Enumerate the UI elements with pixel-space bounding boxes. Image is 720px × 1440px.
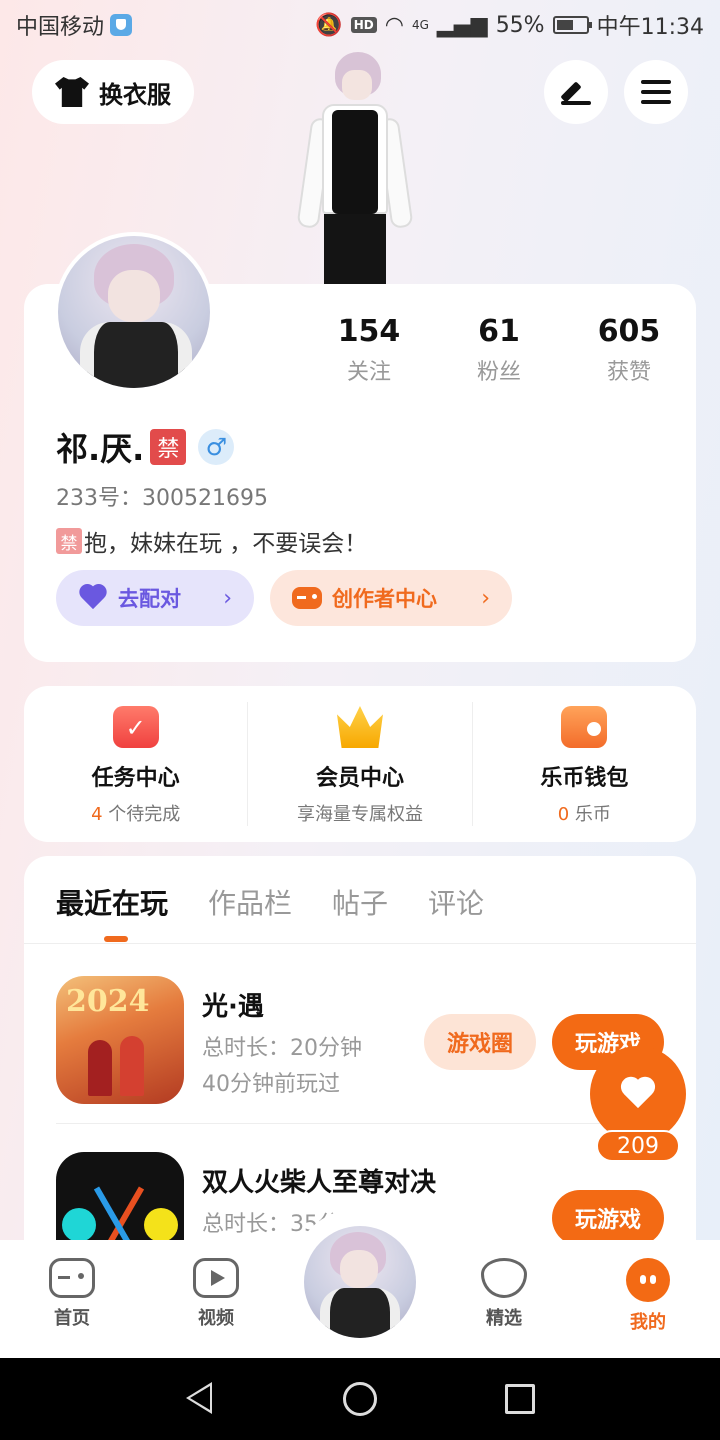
status-bar: 中国移动 🔕 HD ◠ 4G ▂▄▆ 55% 中午11:34 — [0, 0, 720, 50]
creator-center-button[interactable]: 创作者中心 › — [270, 570, 512, 626]
content-tabs: 最近在玩 作品栏 帖子 评论 — [24, 856, 696, 944]
likes-stat[interactable]: 605 获赞 — [564, 314, 694, 386]
play-icon — [193, 1258, 239, 1298]
heart-outline-icon — [481, 1258, 527, 1298]
vip-center-sub: 享海量专属权益 — [296, 804, 423, 825]
coin-wallet[interactable]: 乐币钱包 0 乐币 — [473, 702, 696, 826]
face-icon — [626, 1258, 670, 1302]
game-name: 光·遇 — [202, 992, 264, 1022]
carrier-name: 中国移动 — [16, 15, 105, 40]
wifi-icon: ◠ — [384, 12, 404, 38]
mute-icon: 🔕 — [315, 12, 343, 38]
name-row: 祁.厌. 禁 ♂ — [56, 424, 235, 470]
battery-icon — [552, 16, 592, 34]
network-label: 4G — [411, 18, 429, 32]
task-center-sub: 4 个待完成 — [91, 804, 181, 825]
heart-icon — [78, 585, 108, 611]
match-button[interactable]: 去配对 › — [56, 570, 254, 626]
menu-button[interactable] — [624, 60, 688, 124]
vip-center[interactable]: 会员中心 享海量专属权益 — [248, 702, 473, 826]
coin-wallet-sub: 0 乐币 — [557, 804, 611, 825]
battery-percent: 55% — [495, 12, 545, 38]
nav-featured[interactable]: 精选 — [454, 1258, 554, 1330]
nav-video[interactable]: 视频 — [166, 1258, 266, 1330]
wallet-icon — [561, 706, 608, 748]
creator-label: 创作者中心 — [332, 587, 437, 611]
play-game-button[interactable]: 玩游戏 — [552, 1190, 664, 1246]
likes-count: 605 — [597, 314, 661, 349]
fans-count: 61 — [478, 314, 520, 349]
profile-stats: 154 关注 61 粉丝 605 获赞 — [304, 314, 694, 386]
bio-text: 抱，妹妹在玩 ，不要误会！ — [84, 531, 368, 557]
menu-icon — [641, 80, 671, 104]
bio: 禁 抱，妹妹在玩 ，不要误会！ — [56, 524, 367, 558]
game-circle-button[interactable]: 游戏圈 — [424, 1014, 536, 1070]
nav-featured-label: 精选 — [486, 1308, 522, 1329]
gamepad-icon — [292, 587, 322, 609]
chevron-right-icon: › — [481, 585, 490, 611]
signal-icon: ▂▄▆ — [436, 12, 488, 38]
change-outfit-button[interactable]: 换衣服 — [32, 60, 194, 124]
nav-home-label: 首页 — [54, 1308, 90, 1329]
tab-posts[interactable]: 帖子 — [332, 882, 388, 943]
likes-label: 获赞 — [606, 360, 651, 385]
tshirt-icon — [55, 77, 89, 107]
like-float-button[interactable] — [590, 1046, 686, 1142]
male-icon: ♂ — [198, 429, 235, 465]
tab-works[interactable]: 作品栏 — [208, 882, 292, 943]
ban-badge: 禁 — [150, 429, 187, 465]
calendar-check-icon — [112, 706, 159, 748]
nav-home[interactable]: 首页 — [22, 1258, 122, 1330]
system-nav-bar — [0, 1358, 720, 1440]
pen-icon — [561, 79, 591, 105]
match-label: 去配对 — [118, 587, 181, 611]
vip-center-title: 会员中心 — [315, 766, 404, 791]
list-item[interactable]: 2024 光·遇 总时长：20分钟 40分钟前玩过 游戏圈 玩游戏 — [56, 974, 676, 1124]
tab-indicator — [104, 936, 128, 942]
game-name: 双人火柴人至尊对决 — [202, 1168, 437, 1198]
home-icon[interactable] — [343, 1382, 377, 1416]
like-count: 209 — [596, 1130, 680, 1162]
username: 祁.厌. — [56, 430, 145, 468]
task-center[interactable]: 任务中心 4 个待完成 — [24, 702, 249, 826]
avatar-character[interactable] — [296, 48, 414, 284]
avatar[interactable] — [54, 232, 214, 392]
crown-icon — [336, 706, 383, 748]
nav-mine[interactable]: 我的 — [598, 1258, 698, 1334]
game-last-played: 40分钟前玩过 — [202, 1072, 340, 1097]
game-icon[interactable]: 2024 — [56, 976, 184, 1104]
ban-small-badge: 禁 — [56, 528, 82, 554]
fans-label: 粉丝 — [476, 360, 521, 385]
nav-mine-label: 我的 — [630, 1312, 666, 1333]
task-center-title: 任务中心 — [91, 766, 180, 791]
tab-comments[interactable]: 评论 — [428, 882, 484, 943]
following-stat[interactable]: 154 关注 — [304, 314, 434, 386]
coin-wallet-title: 乐币钱包 — [540, 766, 629, 791]
chevron-right-icon: › — [223, 585, 232, 611]
gamepad-nav-icon — [49, 1258, 95, 1298]
edit-profile-button[interactable] — [544, 60, 608, 124]
back-icon[interactable] — [186, 1382, 212, 1414]
nav-center-avatar[interactable] — [304, 1226, 416, 1338]
heart-icon — [620, 1078, 656, 1110]
user-id: 233号：300521695 — [56, 486, 268, 511]
game-duration: 总时长：20分钟 — [202, 1036, 362, 1061]
change-outfit-label: 换衣服 — [99, 80, 171, 109]
shield-icon — [110, 14, 133, 36]
fans-stat[interactable]: 61 粉丝 — [434, 314, 564, 386]
recent-apps-icon[interactable] — [505, 1384, 535, 1414]
following-count: 154 — [337, 314, 401, 349]
clock: 中午11:34 — [596, 15, 704, 40]
tab-recent[interactable]: 最近在玩 — [56, 882, 168, 943]
nav-video-label: 视频 — [198, 1308, 234, 1329]
following-label: 关注 — [346, 360, 391, 385]
quick-entries: 任务中心 4 个待完成 会员中心 享海量专属权益 乐币钱包 0 乐币 — [24, 686, 696, 842]
hd-badge: HD — [350, 17, 377, 33]
